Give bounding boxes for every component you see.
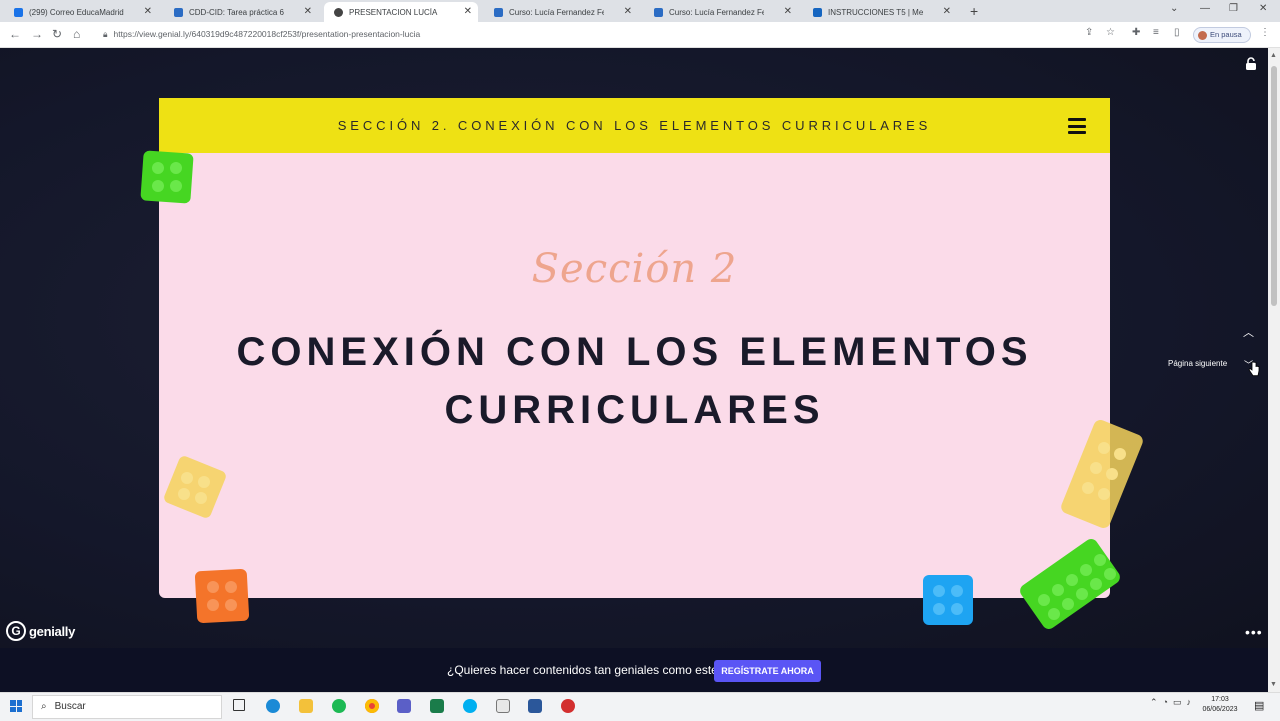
section-label: Sección 2 — [531, 246, 738, 292]
page-scrollbar[interactable]: ▲ ▼ — [1268, 48, 1280, 692]
spotify-icon[interactable] — [332, 699, 346, 713]
yellow-lego-brick-icon — [164, 456, 226, 518]
fullscreen-lock-icon[interactable] — [1244, 57, 1258, 71]
browser-tab[interactable]: INSTRUCCIONES T5 | Mediateca ✕ — [803, 2, 957, 22]
section-title: CONEXIÓN CON LOS ELEMENTOS CURRICULARES — [219, 323, 1050, 439]
green-lego-brick-2-icon — [1020, 539, 1120, 629]
promo-bar: ¿Quieres hacer contenidos tan geniales c… — [0, 648, 1268, 692]
teams-icon[interactable] — [397, 699, 411, 713]
profile-status: En pausa — [1210, 30, 1242, 39]
slide-header-title: SECCIÓN 2. CONEXIÓN CON LOS ELEMENTOS CU… — [337, 118, 932, 133]
windows-start-icon[interactable] — [10, 700, 22, 712]
scroll-down-icon[interactable]: ▼ — [1270, 681, 1277, 688]
close-tab-icon[interactable]: ✕ — [304, 6, 312, 17]
minimize-button[interactable]: — — [1200, 3, 1210, 14]
extensions-icon[interactable]: ✚ — [1132, 27, 1140, 38]
task-view-icon[interactable] — [233, 699, 245, 711]
tab-search-icon[interactable]: ⌄ — [1170, 3, 1178, 14]
clock-date: 06/06/2023 — [1202, 706, 1238, 713]
skype-icon[interactable] — [463, 699, 477, 713]
section-title-line1: CONEXIÓN CON LOS ELEMENTOS — [236, 330, 1033, 374]
reload-icon[interactable]: ↻ — [52, 27, 62, 41]
chrome-icon[interactable] — [365, 699, 379, 713]
register-now-button[interactable]: REGÍSTRATE AHORA — [714, 660, 821, 682]
home-icon[interactable]: ⌂ — [73, 27, 80, 41]
system-tray-icons[interactable]: ⌃ ◔ ▭ ♪ — [1150, 697, 1191, 708]
taskbar-clock[interactable]: 17:03 06/06/2023 — [1196, 695, 1244, 715]
tab-title: Curso: Lucía Fernandez Fernande — [669, 7, 764, 17]
app-icon[interactable] — [430, 699, 444, 713]
close-window-button[interactable]: ✕ — [1259, 3, 1267, 14]
mail-icon — [14, 7, 23, 17]
side-panel-icon[interactable]: ▯ — [1174, 27, 1180, 38]
profile-paused-button[interactable]: En pausa — [1193, 27, 1251, 43]
genially-logo-icon: G — [6, 621, 26, 641]
tab-title: Curso: Lucía Fernandez Fernande — [509, 7, 604, 17]
search-icon: ⌕ — [41, 701, 47, 712]
clock-time: 17:03 — [1211, 696, 1229, 703]
genially-tab-icon — [334, 7, 343, 17]
notifications-icon[interactable]: ▤ — [1254, 699, 1264, 712]
yellow-lego-brick-2-icon — [1061, 420, 1143, 528]
previous-page-icon[interactable]: ︿ — [1243, 324, 1254, 340]
close-tab-icon[interactable]: ✕ — [144, 6, 152, 17]
slide-header: SECCIÓN 2. CONEXIÓN CON LOS ELEMENTOS CU… — [159, 98, 1110, 153]
share-icon[interactable]: ⇪ — [1085, 27, 1093, 38]
url-field[interactable]: 🔒︎ https://view.genial.ly/640319d9c487220… — [103, 27, 1073, 42]
close-tab-icon[interactable]: ✕ — [624, 6, 632, 17]
section-title-line2: CURRICULARES — [444, 388, 825, 432]
yammer-icon[interactable] — [496, 699, 510, 713]
green-lego-brick-icon — [140, 150, 194, 204]
reading-list-icon[interactable]: ≡ — [1153, 27, 1159, 38]
more-options-icon[interactable]: ••• — [1245, 624, 1263, 640]
orange-lego-brick-icon — [194, 568, 250, 624]
browser-tab[interactable]: (299) Correo EducaMadrid :: Res ✕ — [4, 2, 158, 22]
course-icon — [494, 7, 503, 17]
browser-menu-icon[interactable]: ⋮ — [1260, 27, 1270, 38]
browser-tab[interactable]: Curso: Lucía Fernandez Fernande ✕ — [484, 2, 638, 22]
next-page-label: Página siguiente — [1168, 359, 1228, 368]
slide: SECCIÓN 2. CONEXIÓN CON LOS ELEMENTOS CU… — [159, 98, 1110, 598]
genially-logo[interactable]: G genially — [6, 620, 75, 642]
tab-title: (299) Correo EducaMadrid :: Res — [29, 7, 124, 17]
browser-tab[interactable]: PRESENTACION LUCÍA ✕ — [324, 2, 478, 22]
genially-logo-text: genially — [29, 623, 76, 639]
file-explorer-icon[interactable] — [299, 699, 313, 713]
blue-lego-brick-icon — [923, 575, 973, 625]
forward-icon[interactable]: → — [31, 27, 43, 41]
taskbar-search-field[interactable]: ⌕ Buscar — [32, 695, 222, 719]
mediateca-icon — [813, 7, 822, 17]
restore-button[interactable]: ❐ — [1229, 3, 1238, 14]
hamburger-menu-icon[interactable] — [1068, 118, 1086, 134]
close-tab-icon[interactable]: ✕ — [943, 6, 951, 17]
url-text: https://view.genial.ly/640319d9c48722001… — [113, 29, 421, 39]
close-tab-icon[interactable]: ✕ — [464, 6, 472, 17]
app-red-icon[interactable] — [561, 699, 575, 713]
bookmark-star-icon[interactable]: ☆ — [1106, 27, 1115, 38]
course-icon — [654, 7, 663, 17]
hand-cursor-icon — [1248, 361, 1260, 377]
edge-browser-icon[interactable] — [266, 699, 280, 713]
avatar — [1198, 30, 1207, 40]
word-icon[interactable] — [528, 699, 542, 713]
taskbar-search-placeholder: Buscar — [54, 701, 86, 712]
browser-tab[interactable]: CDD-CID: Tarea práctica 6 - Nive ✕ — [164, 2, 318, 22]
scroll-up-icon[interactable]: ▲ — [1270, 52, 1277, 59]
course-icon — [174, 7, 183, 17]
close-tab-icon[interactable]: ✕ — [784, 6, 792, 17]
back-icon[interactable]: ← — [9, 27, 21, 41]
lock-icon: 🔒︎ — [103, 29, 108, 39]
browser-tab[interactable]: Curso: Lucía Fernandez Fernande ✕ — [644, 2, 798, 22]
new-tab-button[interactable]: + — [970, 3, 978, 19]
tab-title: PRESENTACION LUCÍA — [349, 7, 438, 17]
scrollbar-thumb[interactable] — [1271, 66, 1277, 306]
tab-title: INSTRUCCIONES T5 | Mediateca — [828, 7, 923, 17]
tab-title: CDD-CID: Tarea práctica 6 - Nive — [189, 7, 284, 17]
promo-text: ¿Quieres hacer contenidos tan geniales c… — [447, 663, 725, 677]
